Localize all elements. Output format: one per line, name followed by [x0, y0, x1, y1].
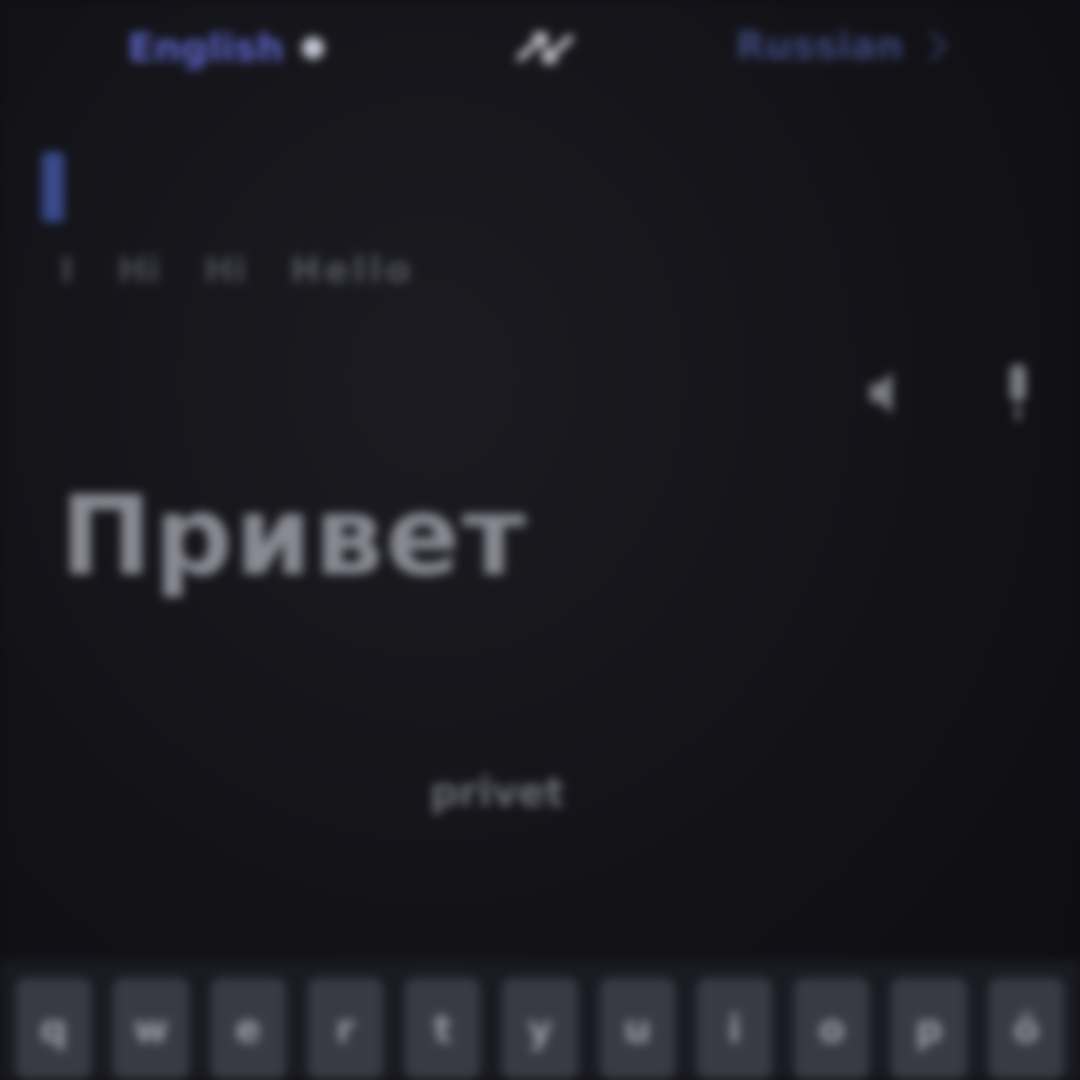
source-language-picker[interactable]: English — [128, 26, 324, 70]
swap-languages-button[interactable] — [510, 24, 580, 72]
keyboard-key[interactable]: r — [307, 978, 384, 1080]
keyboard-key[interactable]: y — [502, 978, 578, 1080]
keyboard-key[interactable]: o — [794, 978, 870, 1080]
keyboard-key[interactable]: i — [696, 978, 773, 1080]
keyboard-key[interactable]: ö — [988, 978, 1064, 1080]
mic-icon — [1010, 364, 1026, 420]
suggestion-row: I Hi Hi Hello — [60, 250, 414, 291]
swap-icon — [516, 32, 574, 64]
target-language-label: Russian — [736, 24, 904, 68]
keyboard-key[interactable]: t — [405, 978, 481, 1080]
suggestion-chip[interactable]: Hi — [204, 250, 246, 291]
speaker-icon — [870, 372, 892, 414]
chevron-down-icon — [916, 30, 948, 62]
keyboard-key[interactable]: w — [113, 978, 189, 1080]
app-screen: English Russian I Hi Hi Hello Привет pri… — [0, 0, 1080, 1080]
source-language-label: English — [128, 26, 284, 70]
mic-button[interactable] — [996, 350, 1040, 436]
suggestion-chip[interactable]: I — [60, 250, 73, 291]
keyboard-key[interactable]: p — [891, 978, 967, 1080]
keyboard: q w e r t y u i o p ö — [0, 960, 1080, 1080]
suggestion-chip[interactable]: Hi — [117, 250, 159, 291]
top-bar: English Russian — [0, 0, 1080, 100]
speaker-button[interactable] — [862, 350, 906, 436]
text-cursor — [42, 152, 64, 222]
translation-text: Привет — [60, 472, 528, 600]
target-language-picker[interactable]: Russian — [736, 24, 948, 68]
keyboard-key[interactable]: q — [16, 978, 92, 1080]
romanization-text: privet — [430, 770, 565, 816]
action-icons — [862, 350, 1040, 436]
keyboard-key[interactable]: u — [599, 978, 675, 1080]
keyboard-key[interactable]: e — [210, 978, 286, 1080]
dot-icon — [301, 37, 324, 59]
suggestion-chip[interactable]: Hello — [290, 250, 414, 291]
